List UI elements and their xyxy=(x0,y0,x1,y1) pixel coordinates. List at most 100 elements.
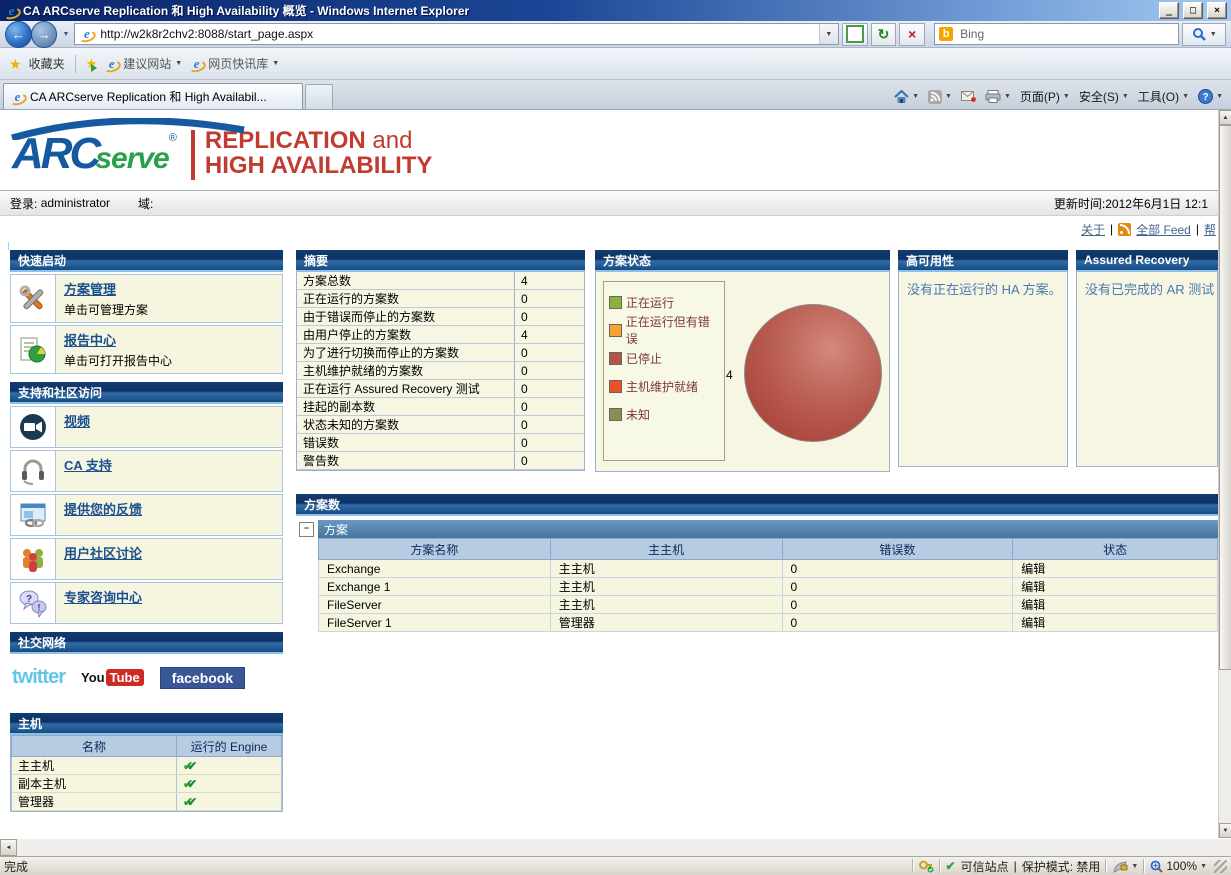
safety-menu[interactable]: 安全(S) ▼ xyxy=(1079,88,1129,105)
social-links: twitter You Tube facebook xyxy=(10,654,283,701)
community-link[interactable]: 用户社区讨论 xyxy=(64,546,142,561)
scroll-up-button[interactable]: ▲ xyxy=(1219,110,1231,125)
stop-icon: × xyxy=(908,26,917,42)
help-link[interactable]: 帮 xyxy=(1204,221,1216,238)
page-links-row: 关于 | 全部 Feed | 帮 xyxy=(0,216,1218,242)
forward-button[interactable]: → xyxy=(30,20,58,48)
feedback-link[interactable]: 提供您的反馈 xyxy=(64,502,142,517)
home-button[interactable]: ▼ xyxy=(894,89,919,104)
minimize-button[interactable]: _ xyxy=(1159,2,1179,19)
report-center-link[interactable]: 报告中心 xyxy=(64,333,116,348)
expert-center-link[interactable]: 专家咨询中心 xyxy=(64,590,142,605)
web-slices-button[interactable]: e 网页快讯库 ▼ xyxy=(189,55,279,72)
svg-text:?: ? xyxy=(1203,92,1209,103)
link-divider: | xyxy=(1110,222,1114,236)
zoom-icon xyxy=(1150,860,1164,873)
chevron-down-icon: ▼ xyxy=(1216,93,1223,100)
page-menu[interactable]: 页面(P) ▼ xyxy=(1020,88,1070,105)
resize-grip[interactable] xyxy=(1214,859,1227,873)
summary-panel: 摘要 方案总数 4 正在运行的方案数 0 由于错误而停止的方案数 0 由用户停止的方案… xyxy=(296,250,585,471)
chevron-down-icon: ▼ xyxy=(1131,862,1139,870)
favorites-button[interactable]: 收藏夹 xyxy=(29,55,65,72)
sidebar-item-report-center[interactable]: 报告中心 单击可打开报告中心 xyxy=(10,325,283,374)
favorites-bar: ★ 收藏夹 ★ e 建议网站 ▼ e 网页快讯库 ▼ xyxy=(0,48,1231,80)
new-tab-button[interactable] xyxy=(305,84,333,109)
assured-recovery-panel: Assured Recovery 没有已完成的 AR 测试 xyxy=(1076,250,1218,467)
read-mail-button[interactable] xyxy=(960,91,976,102)
tab-favicon: e xyxy=(10,89,25,104)
sidebar-item-expert-center[interactable]: ? ! 专家咨询中心 xyxy=(10,582,283,624)
zoom-control[interactable]: 100% ▼ xyxy=(1150,859,1207,873)
sidebar-item-video[interactable]: 视频 xyxy=(10,406,283,448)
refresh-button[interactable]: ↻ xyxy=(870,22,897,46)
status-bar: 完成 ✔ 可信站点 | 保护模式: 禁用 ▼ 100% ▼ xyxy=(0,856,1231,875)
ca-support-link[interactable]: CA 支持 xyxy=(64,458,112,473)
add-favorite-icon[interactable]: ★ xyxy=(86,56,97,72)
horizontal-scrollbar[interactable]: ◄ xyxy=(0,838,1231,856)
vertical-scroll-thumb[interactable] xyxy=(1219,125,1231,670)
twitter-logo[interactable]: twitter xyxy=(12,666,66,689)
status-legend: 正在运行 正在运行但有错误 已停止 主机维护就绪 未知 xyxy=(603,281,725,461)
sidebar-item-ca-support[interactable]: CA 支持 xyxy=(10,450,283,492)
search-options-dropdown[interactable]: ▼ xyxy=(1210,31,1217,38)
summary-row: 方案总数 4 xyxy=(297,272,584,290)
report-icon xyxy=(20,337,46,362)
table-row[interactable]: Exchange 主主机 0 编辑 xyxy=(318,559,1218,578)
help-button[interactable]: ? ▼ xyxy=(1198,89,1223,104)
scenario-status-panel: 方案状态 正在运行 正在运行但有错误 已停止 主机维护就绪 未知 4 xyxy=(595,250,890,472)
address-input[interactable] xyxy=(98,26,815,42)
brand-header: ARCserve® REPLICATION and HIGH AVAILABIL… xyxy=(0,110,1218,190)
tab-title: CA ARCserve Replication 和 High Availabil… xyxy=(30,90,267,104)
sidebar-item-scenario-management[interactable]: 方案管理 单击可管理方案 xyxy=(10,274,283,323)
tools-menu[interactable]: 工具(O) ▼ xyxy=(1138,88,1189,105)
sidebar-item-community[interactable]: 用户社区讨论 xyxy=(10,538,283,580)
scenario-group-bar: 方案 xyxy=(318,520,1218,538)
compatibility-view-button[interactable] xyxy=(841,22,868,46)
login-user: administrator xyxy=(40,196,111,210)
summary-row: 警告数 0 xyxy=(297,451,584,470)
scenario-management-link[interactable]: 方案管理 xyxy=(64,282,116,297)
tagline-and: and xyxy=(365,127,413,154)
legend-item: 未知 xyxy=(609,400,719,428)
maximize-button[interactable]: □ xyxy=(1183,2,1203,19)
table-row[interactable]: Exchange 1 主主机 0 编辑 xyxy=(318,577,1218,596)
youtube-logo[interactable]: You Tube xyxy=(81,669,144,686)
feedback-icon xyxy=(20,503,46,528)
feeds-button[interactable]: ▼ xyxy=(928,89,952,104)
chevron-down-icon: ▼ xyxy=(1182,93,1190,100)
tab-arcserve[interactable]: e CA ARCserve Replication 和 High Availab… xyxy=(3,83,303,109)
all-feed-link[interactable]: 全部 Feed xyxy=(1136,221,1191,238)
search-box[interactable]: b xyxy=(934,23,1180,45)
close-button[interactable]: × xyxy=(1207,2,1227,19)
collapse-group-button[interactable]: − xyxy=(299,521,314,537)
youtube-you: You xyxy=(81,670,105,685)
sidebar-item-feedback[interactable]: 提供您的反馈 xyxy=(10,494,283,536)
address-bar[interactable]: e ▼ xyxy=(74,23,839,45)
table-row[interactable]: FileServer 1 管理器 0 编辑 xyxy=(318,613,1218,632)
scroll-down-button[interactable]: ▼ xyxy=(1219,823,1231,838)
content-border xyxy=(8,242,9,250)
stop-button[interactable]: × xyxy=(899,22,926,46)
print-icon xyxy=(985,90,1001,103)
legend-swatch-running-errors xyxy=(609,323,622,337)
table-row[interactable]: FileServer 主主机 0 编辑 xyxy=(318,595,1218,614)
divider xyxy=(938,859,941,873)
vertical-scrollbar[interactable]: ▲ ▼ xyxy=(1218,110,1231,838)
table-row: 副本主机 ✔✔ xyxy=(11,774,282,793)
print-button[interactable]: ▼ xyxy=(985,90,1011,103)
facebook-logo[interactable]: facebook xyxy=(159,666,246,689)
suggested-sites-button[interactable]: e 建议网站 ▼ xyxy=(104,55,182,72)
scroll-left-button[interactable]: ◄ xyxy=(0,839,17,856)
search-input[interactable] xyxy=(958,26,1175,42)
address-dropdown[interactable]: ▼ xyxy=(818,24,838,44)
divider xyxy=(1143,859,1146,873)
zone-menu[interactable]: ▼ xyxy=(1112,860,1138,873)
legend-swatch-stopped xyxy=(609,351,622,365)
about-link[interactable]: 关于 xyxy=(1081,221,1105,238)
back-button[interactable]: ← xyxy=(5,20,32,48)
search-button[interactable]: ▼ xyxy=(1182,22,1226,46)
recent-pages-dropdown[interactable]: ▼ xyxy=(60,31,71,38)
video-link[interactable]: 视频 xyxy=(64,414,90,429)
table-row: 主主机 ✔✔ xyxy=(11,756,282,775)
table-row: 管理器 ✔✔ xyxy=(11,792,282,811)
